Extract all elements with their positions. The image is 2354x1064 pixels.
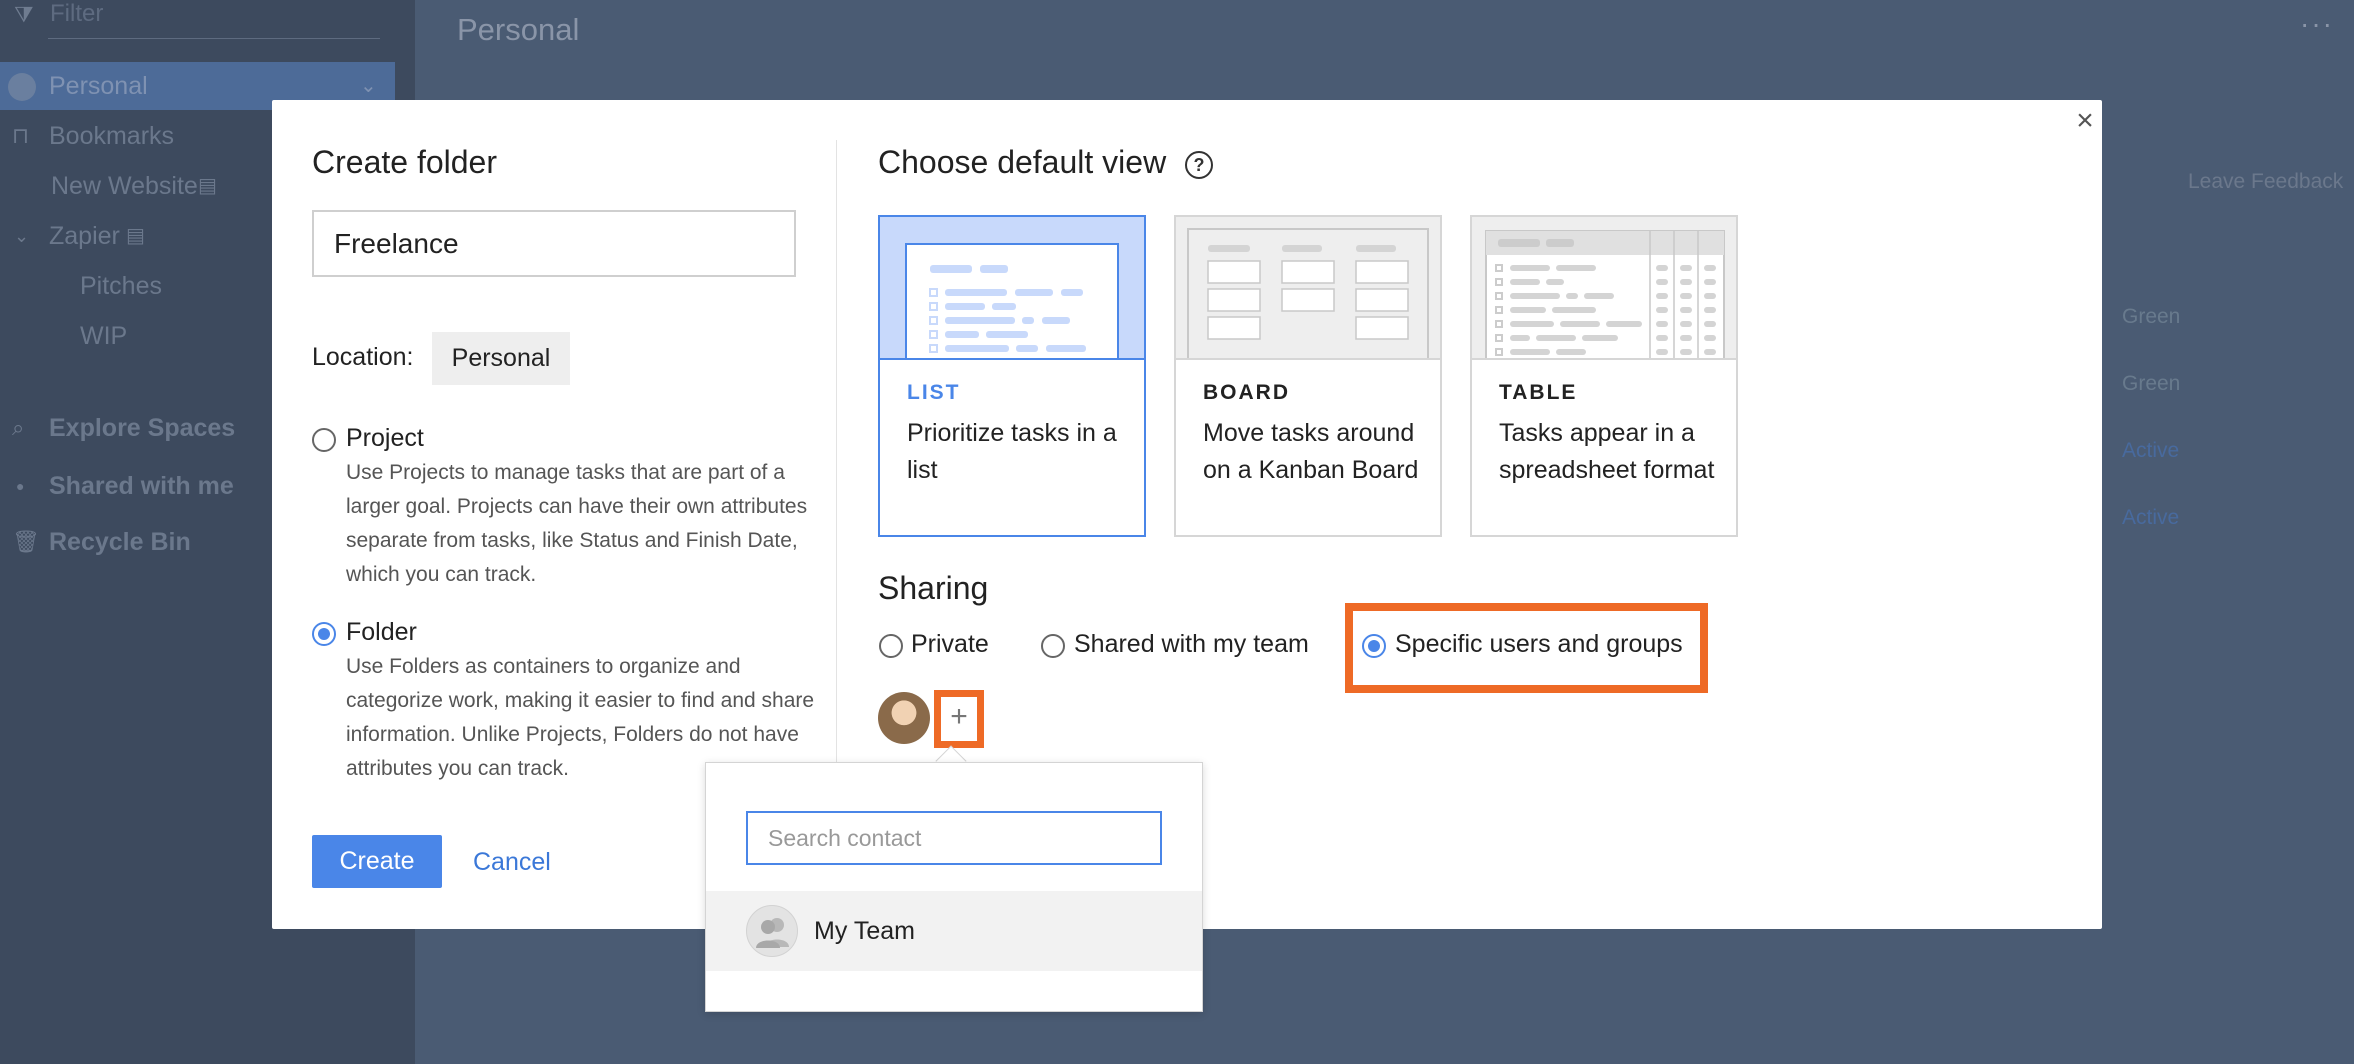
specific-users-label[interactable]: Specific users and groups: [1395, 630, 1683, 659]
bookmark-icon: ⊓: [12, 123, 30, 148]
project-icon: ▤: [198, 175, 217, 197]
search-contact-input[interactable]: [746, 811, 1162, 865]
project-radio[interactable]: [312, 428, 336, 452]
view-card-table[interactable]: TABLE Tasks appear in a spreadsheet form…: [1470, 215, 1738, 537]
more-options-icon[interactable]: ···: [2300, 8, 2334, 40]
team-label: My Team: [814, 917, 915, 945]
status-badge: Green: [2122, 372, 2181, 395]
search-icon: ⌕: [12, 415, 25, 440]
view-name: BOARD: [1203, 381, 1290, 404]
sidebar-item-label: Zapier: [49, 222, 120, 250]
table-preview-illustration: [1472, 217, 1736, 360]
project-icon: ▤: [126, 225, 145, 247]
shared-with-team-radio[interactable]: [1041, 634, 1065, 658]
shared-with-team-label[interactable]: Shared with my team: [1074, 630, 1309, 659]
board-preview-illustration: [1176, 217, 1440, 360]
sidebar-item-label: Personal: [49, 72, 148, 100]
status-badge: Green: [2122, 305, 2181, 328]
sidebar-item-label: Shared with me: [49, 472, 234, 500]
status-badge: Active: [2122, 439, 2180, 462]
folder-label[interactable]: Folder: [346, 618, 417, 647]
folder-name-input[interactable]: [312, 210, 796, 277]
project-label[interactable]: Project: [346, 424, 424, 453]
dialog-title: Create folder: [312, 144, 497, 180]
choose-view-title: Choose default view: [878, 144, 1167, 180]
location-selector[interactable]: Personal: [432, 332, 570, 385]
sidebar-item-label: Recycle Bin: [49, 528, 191, 556]
leave-feedback-link[interactable]: Leave Feedback: [2188, 170, 2343, 194]
view-description: Move tasks around on a Kanban Board: [1203, 419, 1419, 484]
view-name: LIST: [907, 381, 961, 404]
sidebar-item-label: New Website: [51, 172, 198, 200]
sidebar-filter[interactable]: ⧩ Filter: [10, 0, 380, 40]
private-radio[interactable]: [879, 634, 903, 658]
status-badge: Active: [2122, 506, 2180, 529]
team-icon: [746, 905, 798, 957]
close-icon[interactable]: ×: [2070, 106, 2100, 136]
view-card-list[interactable]: LIST Prioritize tasks in a list: [878, 215, 1146, 537]
add-user-button[interactable]: +: [934, 690, 984, 748]
list-item-my-team[interactable]: My Team: [706, 891, 1202, 971]
sidebar-item-label: WIP: [80, 322, 128, 350]
specific-users-radio[interactable]: [1362, 634, 1386, 658]
private-label[interactable]: Private: [911, 630, 989, 659]
list-preview-illustration: [880, 217, 1144, 360]
sharing-title: Sharing: [878, 570, 989, 606]
view-description: Tasks appear in a spreadsheet format: [1499, 419, 1715, 484]
sidebar-item-label: Bookmarks: [49, 122, 175, 150]
filter-underline: [48, 38, 380, 39]
cancel-button[interactable]: Cancel: [473, 848, 551, 877]
shared-icon: ●: [16, 478, 25, 494]
page-title: Personal: [457, 12, 580, 47]
avatar: [878, 692, 930, 744]
view-name: TABLE: [1499, 381, 1578, 404]
project-description: Use Projects to manage tasks that are pa…: [346, 461, 808, 586]
create-button[interactable]: Create: [312, 835, 442, 888]
filter-icon: ⧩: [14, 2, 34, 27]
help-icon[interactable]: ?: [1185, 151, 1213, 179]
chevron-down-icon[interactable]: ⌄: [14, 212, 38, 260]
personal-space-icon: [8, 73, 36, 101]
view-description: Prioritize tasks in a list: [907, 419, 1117, 484]
location-label: Location:: [312, 343, 414, 371]
contact-picker-popup: My Team: [705, 762, 1203, 1012]
folder-radio[interactable]: [312, 622, 336, 646]
filter-input[interactable]: Filter: [50, 0, 103, 28]
trash-icon: 🗑︎: [12, 529, 40, 554]
sidebar-item-label: Explore Spaces: [49, 414, 236, 442]
view-card-board[interactable]: BOARD Move tasks around on a Kanban Boar…: [1174, 215, 1442, 537]
sidebar-item-label: Pitches: [80, 272, 162, 300]
